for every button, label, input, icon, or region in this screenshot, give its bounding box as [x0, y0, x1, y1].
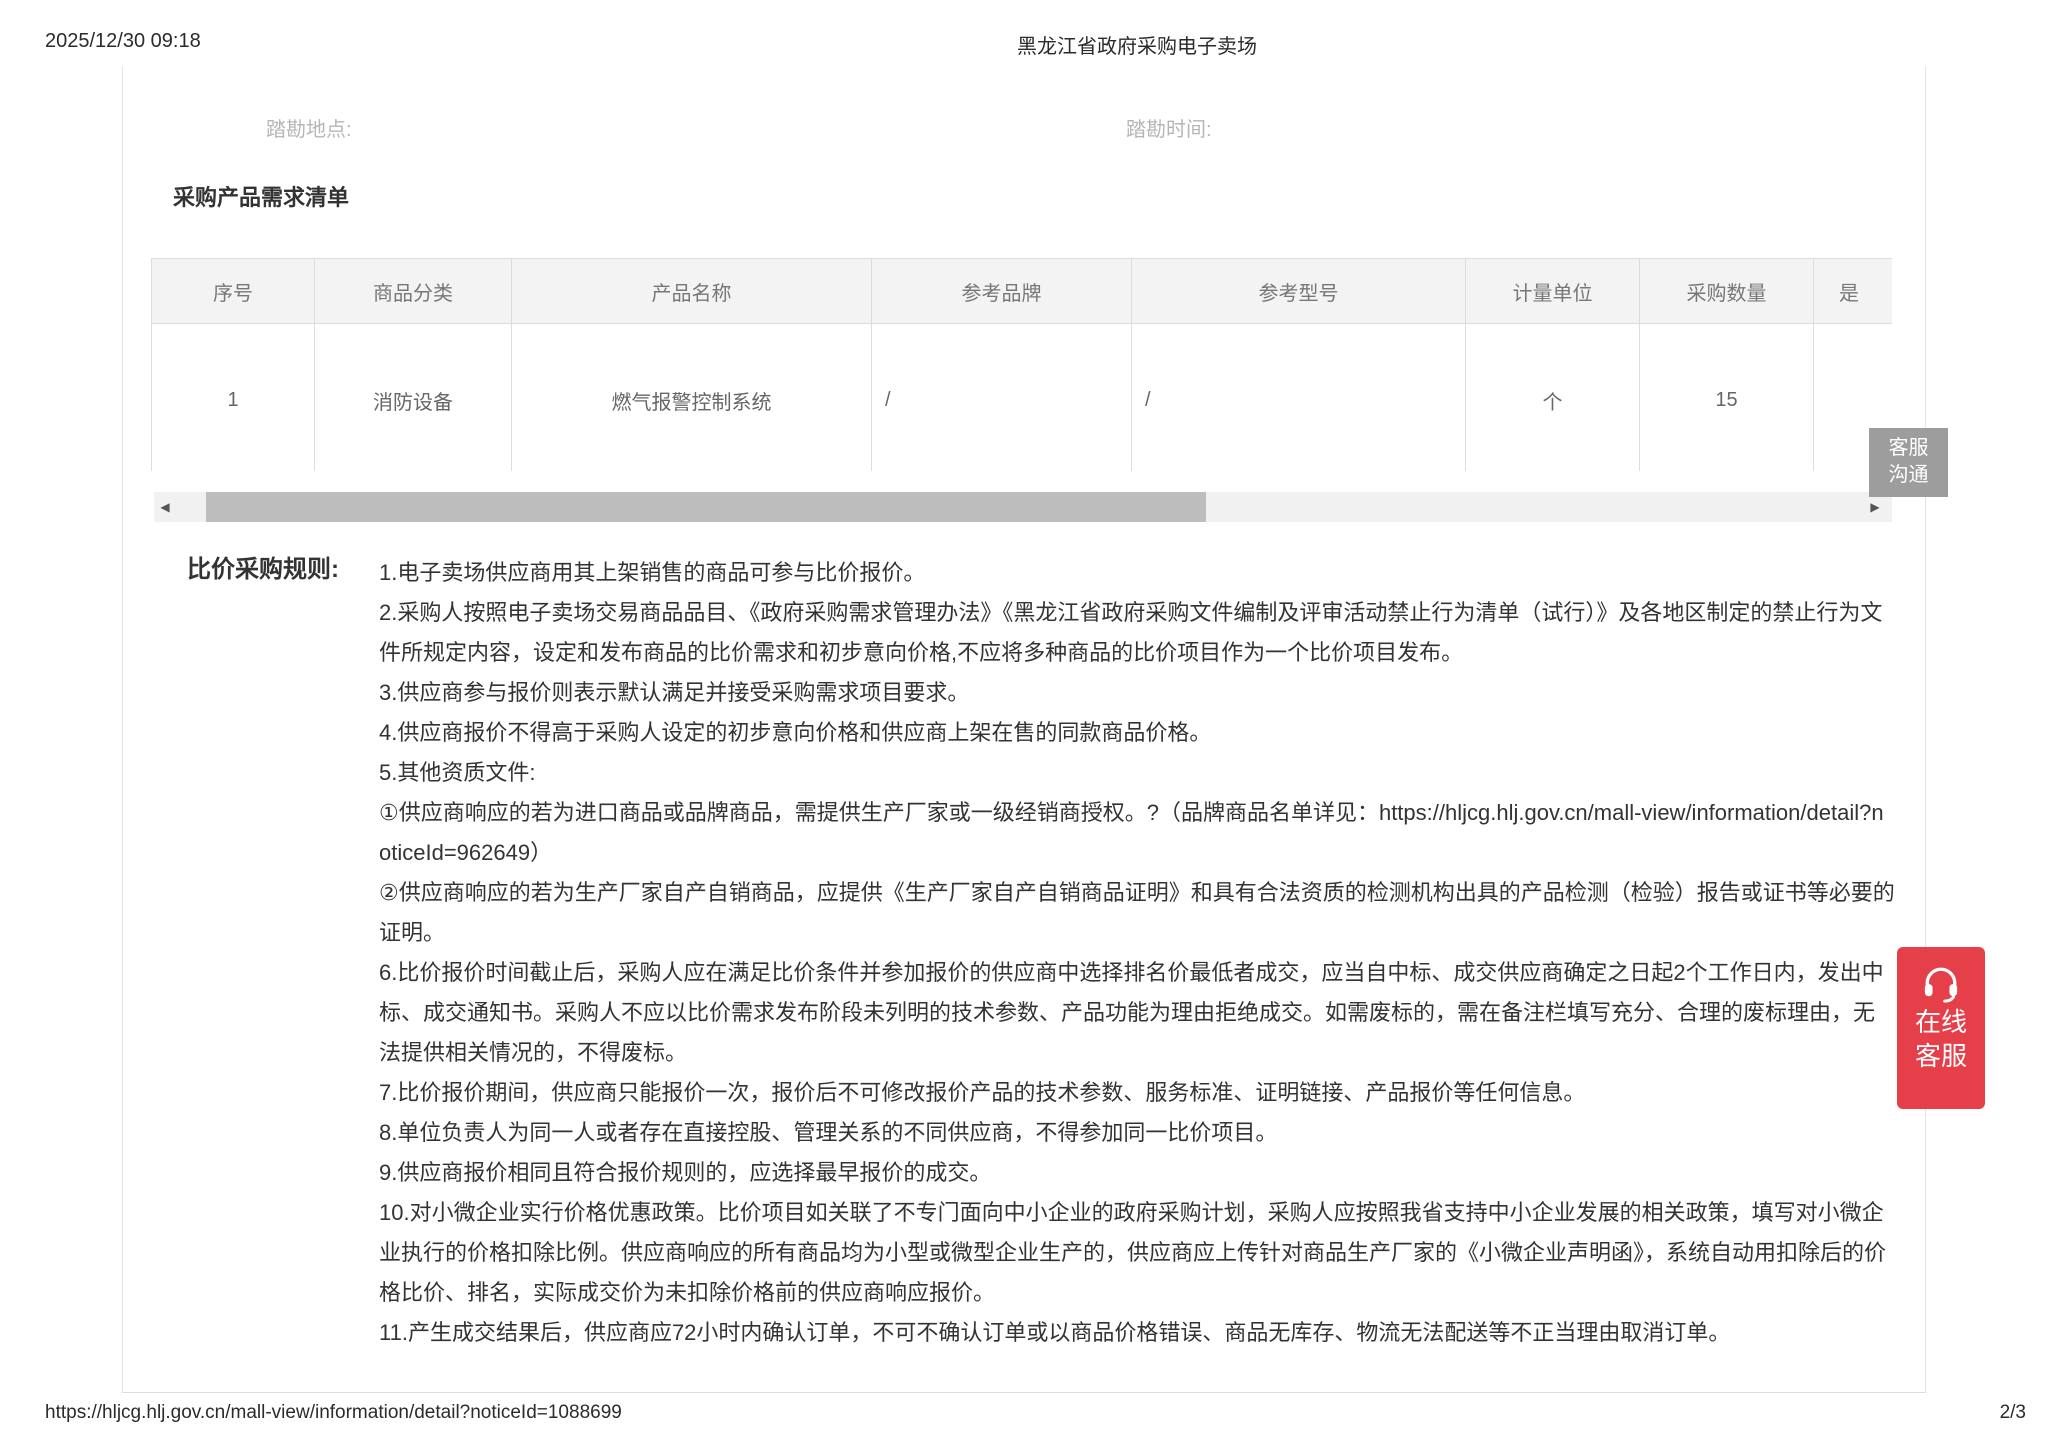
- cell-seq: 1: [152, 324, 315, 472]
- rule-item: 10.对小微企业实行价格优惠政策。比价项目如关联了不专门面向中小企业的政府采购计…: [379, 1193, 1895, 1313]
- col-header-clipped: 是: [1814, 259, 1893, 324]
- cell-model: /: [1132, 324, 1466, 472]
- chat-button-label-line1: 客服: [1869, 435, 1948, 462]
- product-table: 序号 商品分类 产品名称 参考品牌 参考型号 计量单位 采购数量 是 1 消防设…: [151, 258, 1892, 471]
- content-frame: 踏勘地点: 踏勘时间: 采购产品需求清单 序号 商品分类 产品名称 参考品牌 参…: [122, 67, 1926, 1393]
- rule-item: 7.比价报价期间，供应商只能报价一次，报价后不可修改报价产品的技术参数、服务标准…: [379, 1073, 1895, 1113]
- rule-item: 4.供应商报价不得高于采购人设定的初步意向价格和供应商上架在售的同款商品价格。: [379, 713, 1895, 753]
- rule-item: ①供应商响应的若为进口商品或品牌商品，需提供生产厂家或一级经销商授权。?（品牌商…: [379, 793, 1895, 873]
- section-heading: 采购产品需求清单: [173, 180, 349, 212]
- service-button-label-line2: 客服: [1897, 1039, 1985, 1073]
- rules-text: 1.电子卖场供应商用其上架销售的商品可参与比价报价。 2.采购人按照电子卖场交易…: [379, 553, 1895, 1353]
- cell-quantity: 15: [1640, 324, 1814, 472]
- rule-item: ②供应商响应的若为生产厂家自产自销商品，应提供《生产厂家自产自销商品证明》和具有…: [379, 873, 1895, 953]
- print-datetime: 2025/12/30 09:18: [45, 30, 201, 53]
- print-preview-page: 2025/12/30 09:18 黑龙江省政府采购电子卖场 踏勘地点: 踏勘时间…: [0, 0, 2048, 1447]
- print-page-title: 黑龙江省政府采购电子卖场: [1017, 30, 1257, 59]
- rule-item: 6.比价报价时间截止后，采购人应在满足比价条件并参加报价的供应商中选择排名价最低…: [379, 953, 1895, 1073]
- headset-icon: [1897, 961, 1985, 1005]
- rule-item: 2.采购人按照电子卖场交易商品品目、《政府采购需求管理办法》《黑龙江省政府采购文…: [379, 593, 1895, 673]
- col-header-seq: 序号: [152, 259, 315, 324]
- scroll-left-arrow-icon[interactable]: ◀: [156, 492, 174, 522]
- table-row: 1 消防设备 燃气报警控制系统 / / 个 15: [152, 324, 1893, 472]
- rule-item: 3.供应商参与报价则表示默认满足并接受采购需求项目要求。: [379, 673, 1895, 713]
- scrollbar-thumb[interactable]: [206, 492, 1206, 522]
- cell-unit: 个: [1466, 324, 1640, 472]
- service-button-label-line1: 在线: [1897, 1005, 1985, 1039]
- col-header-unit: 计量单位: [1466, 259, 1640, 324]
- chat-button-label-line2: 沟通: [1869, 462, 1948, 489]
- cell-product: 燃气报警控制系统: [512, 324, 872, 472]
- col-header-product: 产品名称: [512, 259, 872, 324]
- product-table-viewport: 序号 商品分类 产品名称 参考品牌 参考型号 计量单位 采购数量 是 1 消防设…: [151, 258, 1892, 471]
- footer-url: https://hljcg.hlj.gov.cn/mall-view/infor…: [45, 1402, 622, 1424]
- col-header-model: 参考型号: [1132, 259, 1466, 324]
- rule-item: 11.产生成交结果后，供应商应72小时内确认订单，不可不确认订单或以商品价格错误…: [379, 1313, 1895, 1353]
- rule-item: 1.电子卖场供应商用其上架销售的商品可参与比价报价。: [379, 553, 1895, 593]
- horizontal-scrollbar[interactable]: ◀ ▶: [154, 492, 1892, 522]
- footer-page-number: 2/3: [2000, 1402, 2026, 1424]
- col-header-category: 商品分类: [315, 259, 512, 324]
- rules-label: 比价采购规则:: [187, 549, 339, 584]
- survey-location-label: 踏勘地点:: [266, 113, 352, 142]
- online-service-button[interactable]: 在线 客服: [1897, 947, 1985, 1109]
- col-header-quantity: 采购数量: [1640, 259, 1814, 324]
- rule-item: 9.供应商报价相同且符合报价规则的，应选择最早报价的成交。: [379, 1153, 1895, 1193]
- col-header-brand: 参考品牌: [872, 259, 1132, 324]
- cell-category: 消防设备: [315, 324, 512, 472]
- rule-item: 5.其他资质文件:: [379, 753, 1895, 793]
- customer-chat-button[interactable]: 客服 沟通: [1869, 428, 1948, 497]
- table-header-row: 序号 商品分类 产品名称 参考品牌 参考型号 计量单位 采购数量 是: [152, 259, 1893, 324]
- survey-time-label: 踏勘时间:: [1126, 113, 1212, 142]
- rule-item: 8.单位负责人为同一人或者存在直接控股、管理关系的不同供应商，不得参加同一比价项…: [379, 1113, 1895, 1153]
- cell-brand: /: [872, 324, 1132, 472]
